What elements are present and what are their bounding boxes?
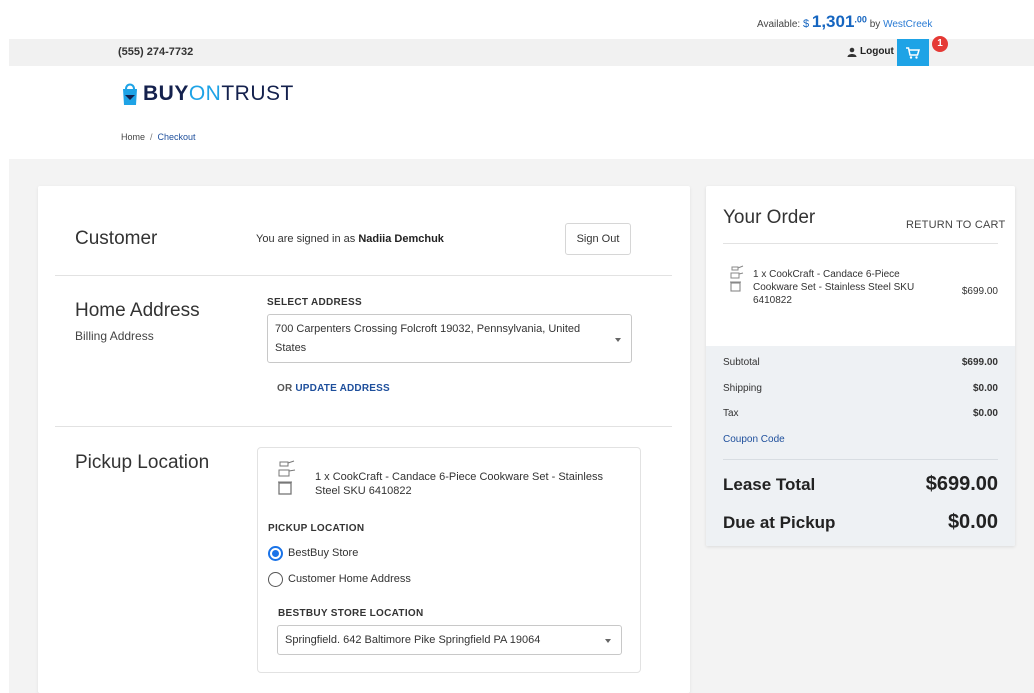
divider	[723, 243, 998, 244]
shipping-row: Shipping $0.00	[723, 383, 998, 394]
available-credit: Available: $ 1,301.00 by WestCreek	[757, 12, 932, 32]
due-at-pickup-row: Due at Pickup $0.00	[723, 511, 998, 533]
user-icon	[847, 47, 857, 57]
available-label: Available:	[757, 19, 801, 30]
shipping-value: $0.00	[972, 383, 998, 394]
subtotal-row: Subtotal $699.00	[723, 357, 998, 368]
cart-button[interactable]	[897, 39, 929, 66]
cart-count-badge: 1	[932, 36, 948, 52]
home-address-title: Home Address	[75, 300, 200, 321]
tax-value: $0.00	[972, 408, 998, 419]
radio-customer-home-address-label[interactable]: Customer Home Address	[288, 573, 411, 585]
address-select[interactable]: 700 Carpenters Crossing Folcroft 19032, …	[267, 314, 632, 363]
logout-label: Logout	[860, 46, 894, 57]
divider	[723, 459, 998, 460]
customer-name: Nadiia Demchuk	[358, 233, 444, 245]
buyontrust-logo[interactable]: BUYONTRUST	[121, 82, 294, 106]
bestbuy-store-location-label: BESTBUY STORE LOCATION	[278, 608, 424, 619]
address-select-line2: States	[275, 342, 307, 354]
lease-total-value: $699.00	[925, 473, 998, 495]
coupon-code-link[interactable]: Coupon Code	[723, 434, 785, 445]
update-address-row: OR UPDATE ADDRESS	[277, 383, 390, 394]
radio-bestbuy-store[interactable]	[268, 546, 283, 561]
pickup-item-text: 1 x CookCraft - Candace 6-Piece Cookware…	[315, 471, 603, 497]
divider	[55, 275, 672, 276]
breadcrumb-separator: /	[150, 132, 153, 142]
checkout-card: Customer You are signed in as Nadiia Dem…	[38, 186, 690, 693]
order-summary-card: Your Order RETURN TO CART 1 x CookCraft …	[706, 186, 1015, 546]
brand-wordmark: BUYONTRUST	[143, 82, 294, 105]
tax-row: Tax $0.00	[723, 408, 998, 419]
signed-in-text: You are signed in as Nadiia Demchuk	[256, 233, 444, 245]
chevron-down-icon	[605, 639, 611, 643]
radio-customer-home-address[interactable]	[268, 572, 283, 587]
billing-address-subtitle: Billing Address	[75, 329, 154, 343]
lease-total-row: Lease Total $699.00	[723, 473, 998, 495]
pickup-location-label: PICKUP LOCATION	[268, 523, 365, 534]
your-order-title: Your Order	[723, 207, 816, 228]
pickup-card: 1 x CookCraft - Candace 6-Piece Cookware…	[257, 447, 641, 673]
update-address-link[interactable]: UPDATE ADDRESS	[295, 383, 389, 394]
address-select-line1: 700 Carpenters Crossing Folcroft 19032, …	[275, 323, 581, 335]
return-to-cart-link[interactable]: RETURN TO CART	[906, 219, 1005, 231]
due-at-pickup-value: $0.00	[947, 511, 998, 533]
available-amount: 1,301	[811, 12, 855, 31]
store-location-select[interactable]: Springfield. 642 Baltimore Pike Springfi…	[277, 625, 622, 655]
by-label: by	[869, 19, 881, 30]
breadcrumb: Home / Checkout	[121, 132, 196, 142]
phone-number: (555) 274-7732	[118, 46, 194, 58]
sign-out-button[interactable]: Sign Out	[565, 223, 631, 255]
divider	[55, 426, 672, 427]
pickup-location-title: Pickup Location	[75, 452, 210, 473]
breadcrumb-home[interactable]: Home	[121, 132, 145, 142]
order-totals: Subtotal $699.00 Shipping $0.00 Tax $0.00 C…	[706, 346, 1015, 546]
cookware-thumbnail	[730, 265, 744, 292]
top-bar: (555) 274-7732 Logout 1	[9, 36, 1034, 66]
logout-button[interactable]: Logout	[847, 46, 894, 57]
breadcrumb-checkout[interactable]: Checkout	[158, 132, 196, 142]
subtotal-value: $699.00	[961, 357, 998, 368]
shopping-bag-logo-icon	[123, 83, 137, 105]
currency-symbol: $	[802, 18, 810, 30]
chevron-down-icon	[615, 338, 621, 342]
customer-title: Customer	[75, 228, 158, 249]
store-location-value: Springfield. 642 Baltimore Pike Springfi…	[285, 634, 541, 646]
order-item-price: $699.00	[961, 286, 998, 297]
order-item-text: 1 x CookCraft - Candace 6-Piece Cookware…	[753, 269, 915, 306]
lender-link[interactable]: WestCreek	[883, 19, 932, 30]
cookware-thumbnail	[278, 460, 296, 495]
select-address-label: SELECT ADDRESS	[267, 297, 362, 308]
cart-icon	[906, 46, 920, 59]
or-label: OR	[277, 383, 293, 394]
available-cents: .00	[854, 14, 867, 25]
radio-bestbuy-store-label[interactable]: BestBuy Store	[288, 547, 358, 559]
